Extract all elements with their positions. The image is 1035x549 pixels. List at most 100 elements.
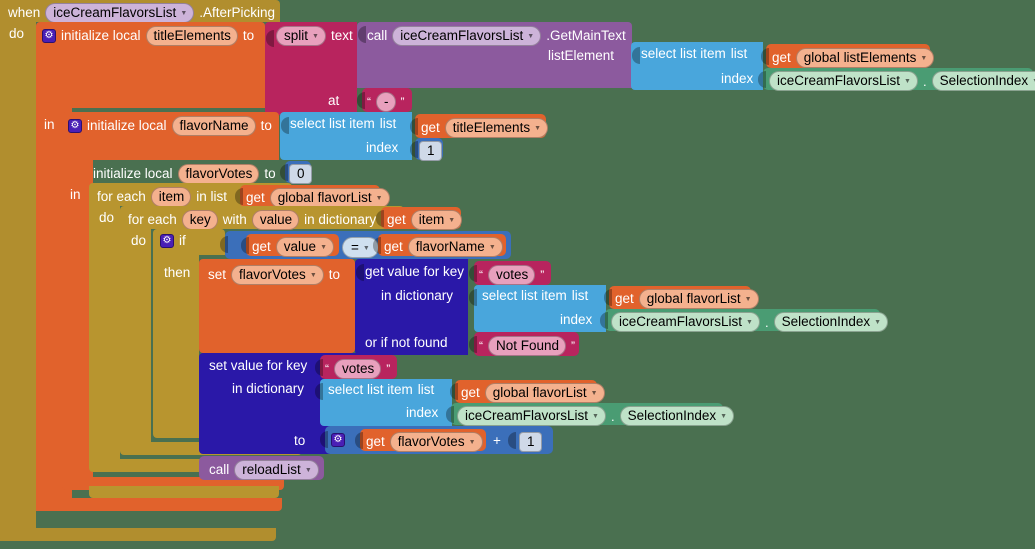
mutator-gear-icon[interactable]: [331, 433, 345, 447]
selectionindex-component-dropdown-2[interactable]: iceCreamFlavorsList ▼: [611, 312, 760, 332]
mutator-gear-icon[interactable]: [160, 234, 174, 248]
select-list-label: list: [730, 46, 748, 61]
get-flavorvotes-dropdown[interactable]: flavorVotes ▼: [389, 432, 483, 452]
foreach-key-var-field[interactable]: key: [181, 210, 218, 230]
selectionindex-property-dropdown-2[interactable]: SelectionIndex ▼: [773, 312, 889, 332]
get-label: get: [387, 212, 406, 228]
split-at-label: at: [328, 93, 340, 108]
split-socket: [266, 30, 274, 47]
get-titleelements-dropdown[interactable]: titleElements ▼: [444, 118, 549, 138]
call-reloadlist-dropdown[interactable]: reloadList ▼: [234, 460, 319, 480]
selectionindex-property-dropdown-3[interactable]: SelectionIndex ▼: [619, 406, 735, 426]
get-label: get: [366, 434, 385, 450]
call-listelement-arg-label: listElement: [548, 48, 615, 63]
blocks-workspace[interactable]: when iceCreamFlavorsList ▼ .AfterPicking …: [0, 0, 1035, 549]
select-titleelements-list-row: select list item list: [290, 117, 396, 131]
set-value-in-dictionary-label: in dictionary: [232, 381, 305, 396]
when-label: when: [8, 5, 41, 21]
selectionindex-dot-3: .: [610, 408, 615, 424]
event-header-row: when iceCreamFlavorsList ▼ .AfterPicking: [8, 3, 275, 23]
number-zero-field[interactable]: 0: [289, 164, 312, 184]
get-global-flavorlist-dropdown-3[interactable]: global flavorList ▼: [484, 383, 605, 403]
number-one-addend-socket: [508, 432, 516, 449]
call-method-label: .GetMainText: [546, 28, 626, 44]
event-do-label: do: [9, 26, 25, 41]
selectionindex-row-3: iceCreamFlavorsList ▼ . SelectionIndex ▼: [457, 406, 735, 426]
chevron-down-icon: ▼: [309, 272, 317, 279]
foreach-item-do-label: do: [99, 210, 115, 225]
close-quote-icon: ”: [571, 339, 576, 353]
chevron-down-icon: ▼: [488, 244, 496, 251]
foreach-item-spine: [89, 206, 120, 459]
get-global-listelements-row: get global listElements ▼: [772, 48, 935, 68]
chevron-down-icon: ▼: [904, 78, 911, 85]
select-titleelements-index-label: index: [366, 140, 399, 155]
selectionindex-socket-3: [446, 406, 454, 423]
get-label: get: [246, 190, 265, 206]
get-global-flavorlist-dropdown-2[interactable]: global flavorList ▼: [638, 289, 759, 309]
selectionindex-component-dropdown-3[interactable]: iceCreamFlavorsList ▼: [457, 406, 606, 426]
init-flavorvotes-name-field[interactable]: flavorVotes: [177, 164, 260, 184]
init-flavorname-name-field[interactable]: flavorName: [171, 116, 256, 136]
foreach-item-var-field[interactable]: item: [150, 187, 192, 207]
set-value-to-label: to: [294, 433, 306, 448]
get-flavorname-row: get flavorName ▼: [384, 237, 503, 257]
chevron-down-icon: ▼: [720, 413, 728, 420]
call-reloadlist-row: call reloadList ▼: [209, 460, 319, 480]
foreach-with-label: with: [222, 212, 247, 228]
get-global-flavorlist-row-3: get global flavorList ▼: [461, 383, 605, 403]
mutator-gear-icon[interactable]: [68, 119, 82, 133]
foreach-prefix: for each: [97, 189, 146, 205]
init-flavorvotes-to-label: to: [264, 166, 276, 182]
get-global-listelements-dropdown[interactable]: global listElements ▼: [795, 48, 935, 68]
chevron-down-icon: ▼: [527, 33, 535, 40]
select-titleelements-list-label: list: [379, 116, 397, 131]
select-flavorlist-socket-1: [469, 289, 477, 306]
selectionindex-property-dropdown-1[interactable]: SelectionIndex▼: [931, 71, 1035, 91]
chevron-down-icon: ▼: [744, 296, 752, 303]
get-label: get: [252, 239, 271, 255]
selectionindex-component-dropdown-1[interactable]: iceCreamFlavorsList ▼: [769, 71, 918, 91]
votes-key-field-1[interactable]: votes: [488, 265, 536, 285]
get-label: get: [421, 120, 440, 136]
mutator-gear-icon[interactable]: [42, 29, 56, 43]
not-found-field[interactable]: Not Found: [488, 336, 567, 356]
close-quote-icon: ”: [386, 362, 391, 376]
init-local-keyword: initialize local: [61, 28, 141, 44]
get-value-socket: [241, 237, 249, 254]
select-listelements-index-label: index: [721, 71, 754, 86]
chevron-down-icon: ▼: [312, 33, 319, 40]
event-block-left-spine: [0, 22, 36, 541]
number-one-field[interactable]: 1: [419, 141, 442, 161]
call-component-dropdown[interactable]: iceCreamFlavorsList ▼: [392, 26, 542, 46]
foreach-value-var-field[interactable]: value: [251, 210, 300, 230]
split-op-dropdown[interactable]: split ▼: [276, 26, 326, 46]
number-zero-socket: [280, 164, 288, 181]
votes-key-field-2[interactable]: votes: [334, 359, 382, 379]
number-one-addend-field[interactable]: 1: [519, 432, 542, 452]
get-value-dropdown[interactable]: value ▼: [275, 237, 334, 257]
get-item-dropdown[interactable]: item ▼: [410, 210, 463, 230]
get-flavorname-dropdown[interactable]: flavorName ▼: [407, 237, 503, 257]
if-header-row: if: [160, 234, 186, 248]
select-flavorlist-index-label-2: index: [406, 405, 439, 420]
get-label: get: [461, 385, 480, 401]
event-component-dropdown[interactable]: iceCreamFlavorsList ▼: [45, 3, 195, 23]
get-value-for-key-socket: [356, 264, 364, 281]
votes-key-socket-2: [315, 359, 323, 376]
get-value-in-dictionary-label: in dictionary: [381, 288, 454, 303]
selectionindex-dot-1: .: [922, 73, 927, 89]
not-found-socket: [469, 336, 477, 353]
init-local-name-field[interactable]: titleElements: [145, 26, 238, 46]
votes-key-row-1: “ votes ”: [479, 265, 544, 285]
event-block-bottom-tail: [0, 528, 276, 541]
open-quote-icon: “: [479, 339, 483, 353]
split-at-row: “ - ”: [367, 92, 405, 112]
split-at-value-field[interactable]: -: [376, 92, 396, 112]
get-global-flavorlist-dropdown-1[interactable]: global flavorList ▼: [269, 188, 390, 208]
foreach-key-prefix: for each: [128, 212, 177, 228]
then-label: then: [164, 265, 191, 280]
if-label: if: [179, 233, 186, 249]
select-flavorlist-list-label-2: list: [417, 382, 435, 397]
set-flavorvotes-dropdown[interactable]: flavorVotes ▼: [231, 265, 324, 285]
